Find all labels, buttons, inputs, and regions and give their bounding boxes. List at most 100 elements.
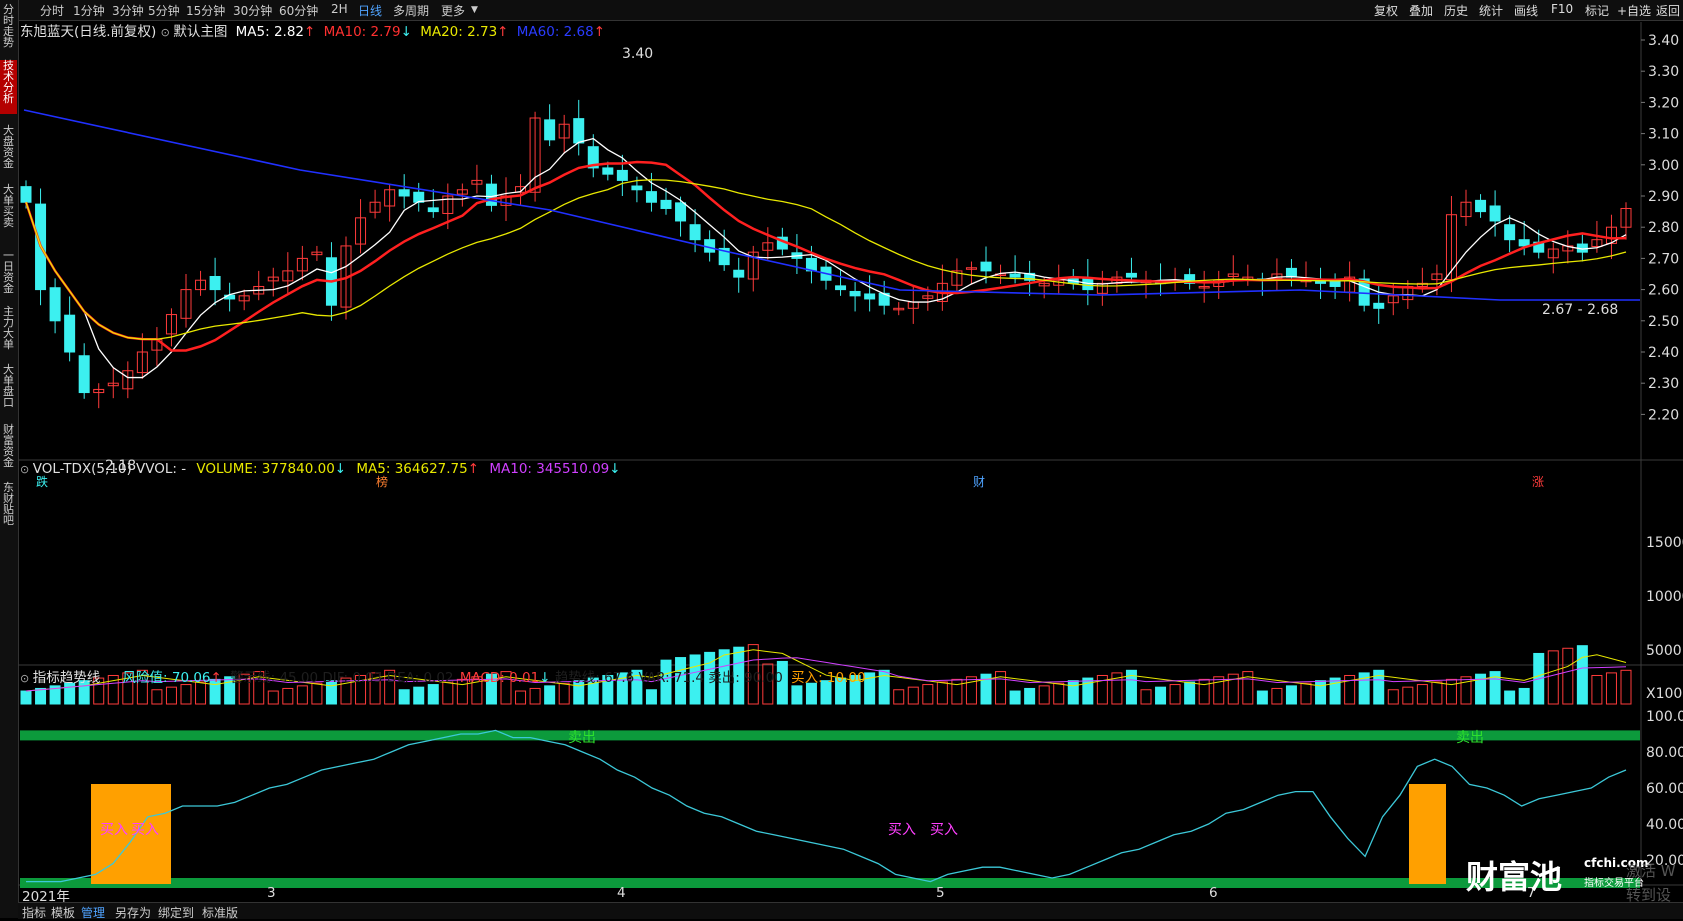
volume-bar [951, 678, 963, 705]
price-axis-label: 2.80 [1648, 220, 1679, 236]
candle-body [64, 314, 76, 353]
volume-bar [1547, 650, 1559, 705]
candle-body [1125, 272, 1137, 278]
volume-bar [893, 689, 905, 705]
candle-body [398, 189, 410, 197]
price-axis-label: 2.20 [1648, 407, 1679, 423]
price-axis-label: 3.40 [1648, 33, 1679, 49]
volume-bar [1009, 690, 1021, 705]
candle-body [864, 293, 876, 300]
volume-bar [1402, 686, 1414, 705]
candle-body [485, 183, 497, 206]
volume-bar [936, 681, 948, 705]
volume-bar [1184, 681, 1196, 705]
template-name[interactable]: 默认主图 [173, 24, 227, 40]
time-axis-label: 3 [267, 885, 276, 901]
chevron-down-icon[interactable]: ⊙ [161, 26, 174, 39]
ma5-label: MA5: 2.82 [235, 24, 305, 40]
range-label: 2.67 - 2.68 [1542, 302, 1618, 318]
up-arrow-icon: ↑ [467, 461, 480, 477]
volume-bar [1387, 689, 1399, 705]
volume-bar [151, 689, 163, 705]
candle-body [1504, 224, 1516, 241]
candle-body [544, 119, 556, 141]
volume-bar [1518, 687, 1530, 705]
ma10-label: MA10: 2.79 [323, 24, 401, 40]
var-value: VAR: 71.4 [638, 670, 704, 686]
volume-bar [427, 684, 439, 705]
price-axis-label: 3.00 [1648, 158, 1679, 174]
volume-ma10: MA10: 345510.09 [489, 461, 610, 477]
price-axis-label: 3.10 [1648, 127, 1679, 143]
ma60-line [23, 109, 1640, 301]
buy-zone-band [20, 878, 1640, 888]
volume-bar [1169, 684, 1181, 705]
bottom-button[interactable]: 绑定到 [158, 904, 194, 921]
candle-body [573, 118, 585, 144]
risk-value: 风险值: 70.06 [122, 670, 211, 686]
bottom-toolbar: 指标 模板 管理 另存为 绑定到 标准版 [18, 902, 1683, 921]
sell-signal-label: 卖出 [1456, 730, 1484, 746]
settings-icon[interactable]: ⊙ [20, 672, 33, 685]
volume-axis-label: 15000 [1646, 535, 1683, 551]
ma60-label: MA60: 2.68 [516, 24, 594, 40]
volume-bar [311, 682, 323, 705]
volume-axis-label: 5000 [1646, 643, 1682, 659]
indicator-axis-label: 40.00 [1646, 817, 1683, 833]
volume-bar [805, 682, 817, 705]
buy-signal-label: 买入 [888, 822, 916, 838]
volume-unit-label: X100 [1646, 686, 1682, 702]
bottom-button[interactable]: 指标 [22, 904, 46, 921]
volume-bar [1198, 678, 1210, 705]
watermark-brand: 财富池 [1466, 858, 1563, 896]
hidden-labels: 警示线: 45.00 DIF: 0.03 [230, 670, 383, 686]
candle-body [78, 355, 90, 394]
volume-bar [1300, 682, 1312, 705]
bottom-button[interactable]: 另存为 [115, 904, 151, 921]
volume-bar [1067, 680, 1079, 705]
candle-body [645, 191, 657, 203]
candle-body [835, 285, 847, 291]
high-price-label: 3.40 [622, 46, 653, 62]
buy-signal-label: 买入 [930, 822, 958, 838]
volume-bar [1140, 689, 1152, 705]
sell-threshold: 卖出: 90.00 [708, 670, 783, 686]
bottom-button[interactable]: 模板 [51, 904, 75, 921]
volume-bar [180, 684, 192, 705]
volume-bar [296, 685, 308, 705]
volume-bar [1082, 677, 1094, 705]
indicator-axis-label: 60.00 [1646, 781, 1683, 797]
candle-body [733, 269, 745, 278]
volume-bar [791, 685, 803, 705]
candle-body [675, 202, 687, 222]
volume-title[interactable]: VOL-TDX(5,10) VVOL: - [33, 461, 186, 477]
volume-bar [922, 684, 934, 705]
candle-body [631, 185, 643, 191]
price-axis-label: 2.50 [1648, 314, 1679, 330]
candle-body [427, 207, 439, 213]
settings-icon[interactable]: ⊙ [20, 463, 33, 476]
volume-bar [1445, 678, 1457, 705]
bottom-button-active[interactable]: 管理 [81, 904, 105, 921]
time-axis-label: 5 [936, 885, 945, 901]
volume-bar [1053, 682, 1065, 705]
volume-bar [1271, 687, 1283, 705]
macd-value: MACD: 0.01 [459, 670, 540, 686]
bottom-button[interactable]: 标准版 [202, 904, 238, 921]
volume-header: ⊙ VOL-TDX(5,10) VVOL: - VOLUME: 377840.0… [20, 461, 621, 477]
price-axis-label: 2.40 [1648, 345, 1679, 361]
volume-bar [1431, 681, 1443, 705]
candle-body [49, 287, 61, 322]
volume-bar [1576, 645, 1588, 705]
volume-bar [1285, 685, 1297, 705]
candle-body [1475, 199, 1487, 213]
stock-name[interactable]: 东旭蓝天(日线.前复权) [20, 24, 156, 40]
ma20-label: MA20: 2.73 [420, 24, 498, 40]
event-marker: 涨 [1532, 474, 1544, 489]
indicator-title[interactable]: 指标趋势线 [33, 670, 101, 686]
candle-body [1489, 205, 1501, 222]
candle-body [616, 169, 628, 181]
candle-body [849, 290, 861, 297]
event-marker: 财 [973, 475, 985, 489]
volume-bar [558, 682, 570, 705]
